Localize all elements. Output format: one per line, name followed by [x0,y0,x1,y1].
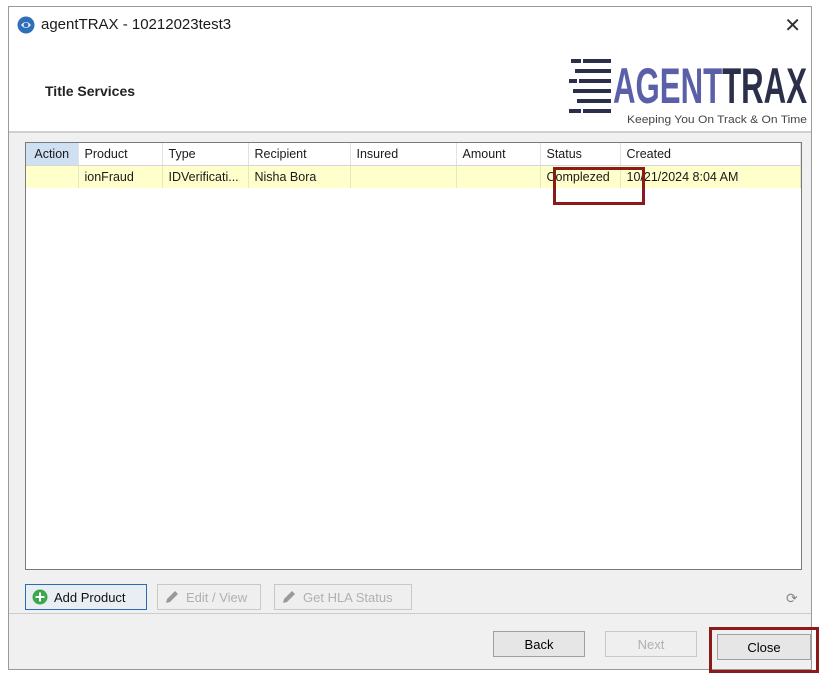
agenttrax-logo: AGENTTRAX Keeping You On Track & On Time [569,58,807,126]
logo-brand: AGENTTRAX [613,58,807,114]
column-header-status[interactable]: Status [540,143,621,166]
services-table: Action Product Type Recipient Insured Am… [26,143,801,188]
column-header-type[interactable]: Type [162,143,249,166]
get-hla-status-label: Get HLA Status [303,589,393,605]
add-product-label: Add Product [54,589,126,605]
header-banner: Title Services AGENTTRAX Keeping You On … [9,43,811,133]
next-label: Next [637,636,665,652]
cell-created: 10/21/2024 8:04 AM [620,165,801,188]
logo-tagline: Keeping You On Track & On Time [627,114,807,126]
pencil-icon [166,591,178,603]
column-header-recipient[interactable]: Recipient [248,143,351,166]
add-product-button[interactable]: Add Product [25,584,147,610]
back-label: Back [524,636,554,652]
cell-insured [350,165,457,188]
column-header-action[interactable]: Action [26,143,79,166]
cell-product: ionFraud [78,165,163,188]
back-button[interactable]: Back [493,631,585,657]
pencil-icon [283,591,295,603]
services-grid: Action Product Type Recipient Insured Am… [25,142,802,570]
edit-view-button[interactable]: Edit / View [157,584,261,610]
next-button[interactable]: Next [605,631,697,657]
column-header-insured[interactable]: Insured [350,143,457,166]
window-title: agentTRAX - 10212023test3 [41,16,232,33]
globe-icon [17,16,35,34]
agenttrax-window: agentTRAX - 10212023test3 ✕ Title Servic… [8,6,819,673]
column-header-created[interactable]: Created [620,143,801,166]
title-bar: agentTRAX - 10212023test3 ✕ [9,7,811,43]
column-header-product[interactable]: Product [78,143,163,166]
cell-recipient: Nisha Bora [248,165,351,188]
footer-divider [9,613,811,614]
section-title: Title Services [45,83,136,99]
cell-type: IDVerificati... [162,165,249,188]
refresh-icon[interactable]: ⟳ [786,590,798,607]
close-icon[interactable]: ✕ [784,13,801,38]
plus-circle-icon [32,589,48,605]
get-hla-status-button[interactable]: Get HLA Status [274,584,412,610]
status-highlight-box [553,167,645,205]
table-row[interactable]: ionFraud IDVerificati... Nisha Bora Comp… [26,165,801,188]
cell-amount [456,165,541,188]
cell-action[interactable] [26,165,79,188]
edit-view-label: Edit / View [186,589,248,605]
close-highlight-box [709,627,819,673]
column-header-amount[interactable]: Amount [456,143,541,166]
table-header-row: Action Product Type Recipient Insured Am… [26,143,801,166]
